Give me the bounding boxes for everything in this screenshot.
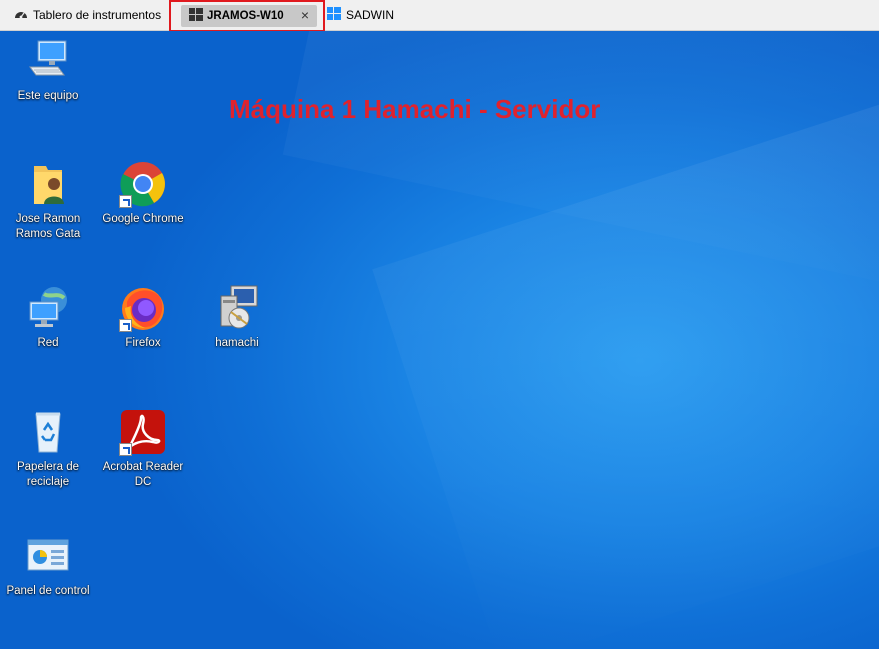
- tab-bar: Tablero de instrumentos JRAMOS-W10 × SAD…: [0, 0, 879, 32]
- shortcut-arrow-icon: [119, 195, 132, 208]
- windows-logo-icon: [327, 7, 341, 23]
- icon-label: Jose Ramon Ramos Gata: [15, 213, 81, 240]
- icon-label: Panel de control: [6, 585, 90, 597]
- headline-title: Máquina 1 Hamachi - Servidor: [229, 94, 601, 124]
- control-panel-icon: [24, 532, 72, 580]
- tab-label: SADWIN: [346, 8, 394, 22]
- icon-label: Este equipo: [17, 90, 79, 102]
- dashboard-icon: [14, 8, 28, 23]
- icon-label: Papelera de reciclaje: [16, 461, 80, 488]
- desktop-icon-acrobat[interactable]: Acrobat Reader DC: [101, 408, 185, 490]
- acrobat-icon: [119, 408, 167, 456]
- desktop-icon-papelera[interactable]: Papelera de reciclaje: [6, 408, 90, 490]
- network-icon: [24, 284, 72, 332]
- desktop-icon-google-chrome[interactable]: Google Chrome: [101, 160, 185, 227]
- computer-icon: [24, 37, 72, 85]
- close-icon[interactable]: ×: [301, 7, 309, 23]
- icon-label: Red: [37, 337, 59, 349]
- desktop-icon-panel-de-control[interactable]: Panel de control: [6, 532, 90, 599]
- windows-icon: [189, 8, 203, 24]
- tab-label: Tablero de instrumentos: [33, 8, 162, 22]
- installer-icon: [213, 284, 261, 332]
- user-folder-icon: [24, 160, 72, 208]
- desktop[interactable]: Máquina 1 Hamachi - Servidor Este equipo…: [0, 31, 879, 649]
- icon-label: Firefox: [125, 337, 161, 349]
- desktop-icon-hamachi[interactable]: hamachi: [195, 284, 279, 351]
- tab-label: JRAMOS-W10: [207, 10, 284, 22]
- desktop-icon-red[interactable]: Red: [6, 284, 90, 351]
- recycle-bin-icon: [24, 408, 72, 456]
- tab-dashboard[interactable]: Tablero de instrumentos: [14, 0, 161, 30]
- desktop-icon-este-equipo[interactable]: Este equipo: [6, 37, 90, 104]
- tab-jramos-w10[interactable]: JRAMOS-W10 ×: [169, 0, 325, 32]
- desktop-icon-user-folder[interactable]: Jose Ramon Ramos Gata: [6, 160, 90, 242]
- icon-label: hamachi: [215, 337, 259, 349]
- firefox-icon: [119, 284, 167, 332]
- desktop-icon-firefox[interactable]: Firefox: [101, 284, 185, 351]
- icon-label: Google Chrome: [102, 213, 184, 225]
- tab-sadwin[interactable]: SADWIN: [327, 0, 394, 30]
- shortcut-arrow-icon: [119, 443, 132, 456]
- shortcut-arrow-icon: [119, 319, 132, 332]
- icon-label: Acrobat Reader DC: [102, 461, 184, 488]
- chrome-icon: [119, 160, 167, 208]
